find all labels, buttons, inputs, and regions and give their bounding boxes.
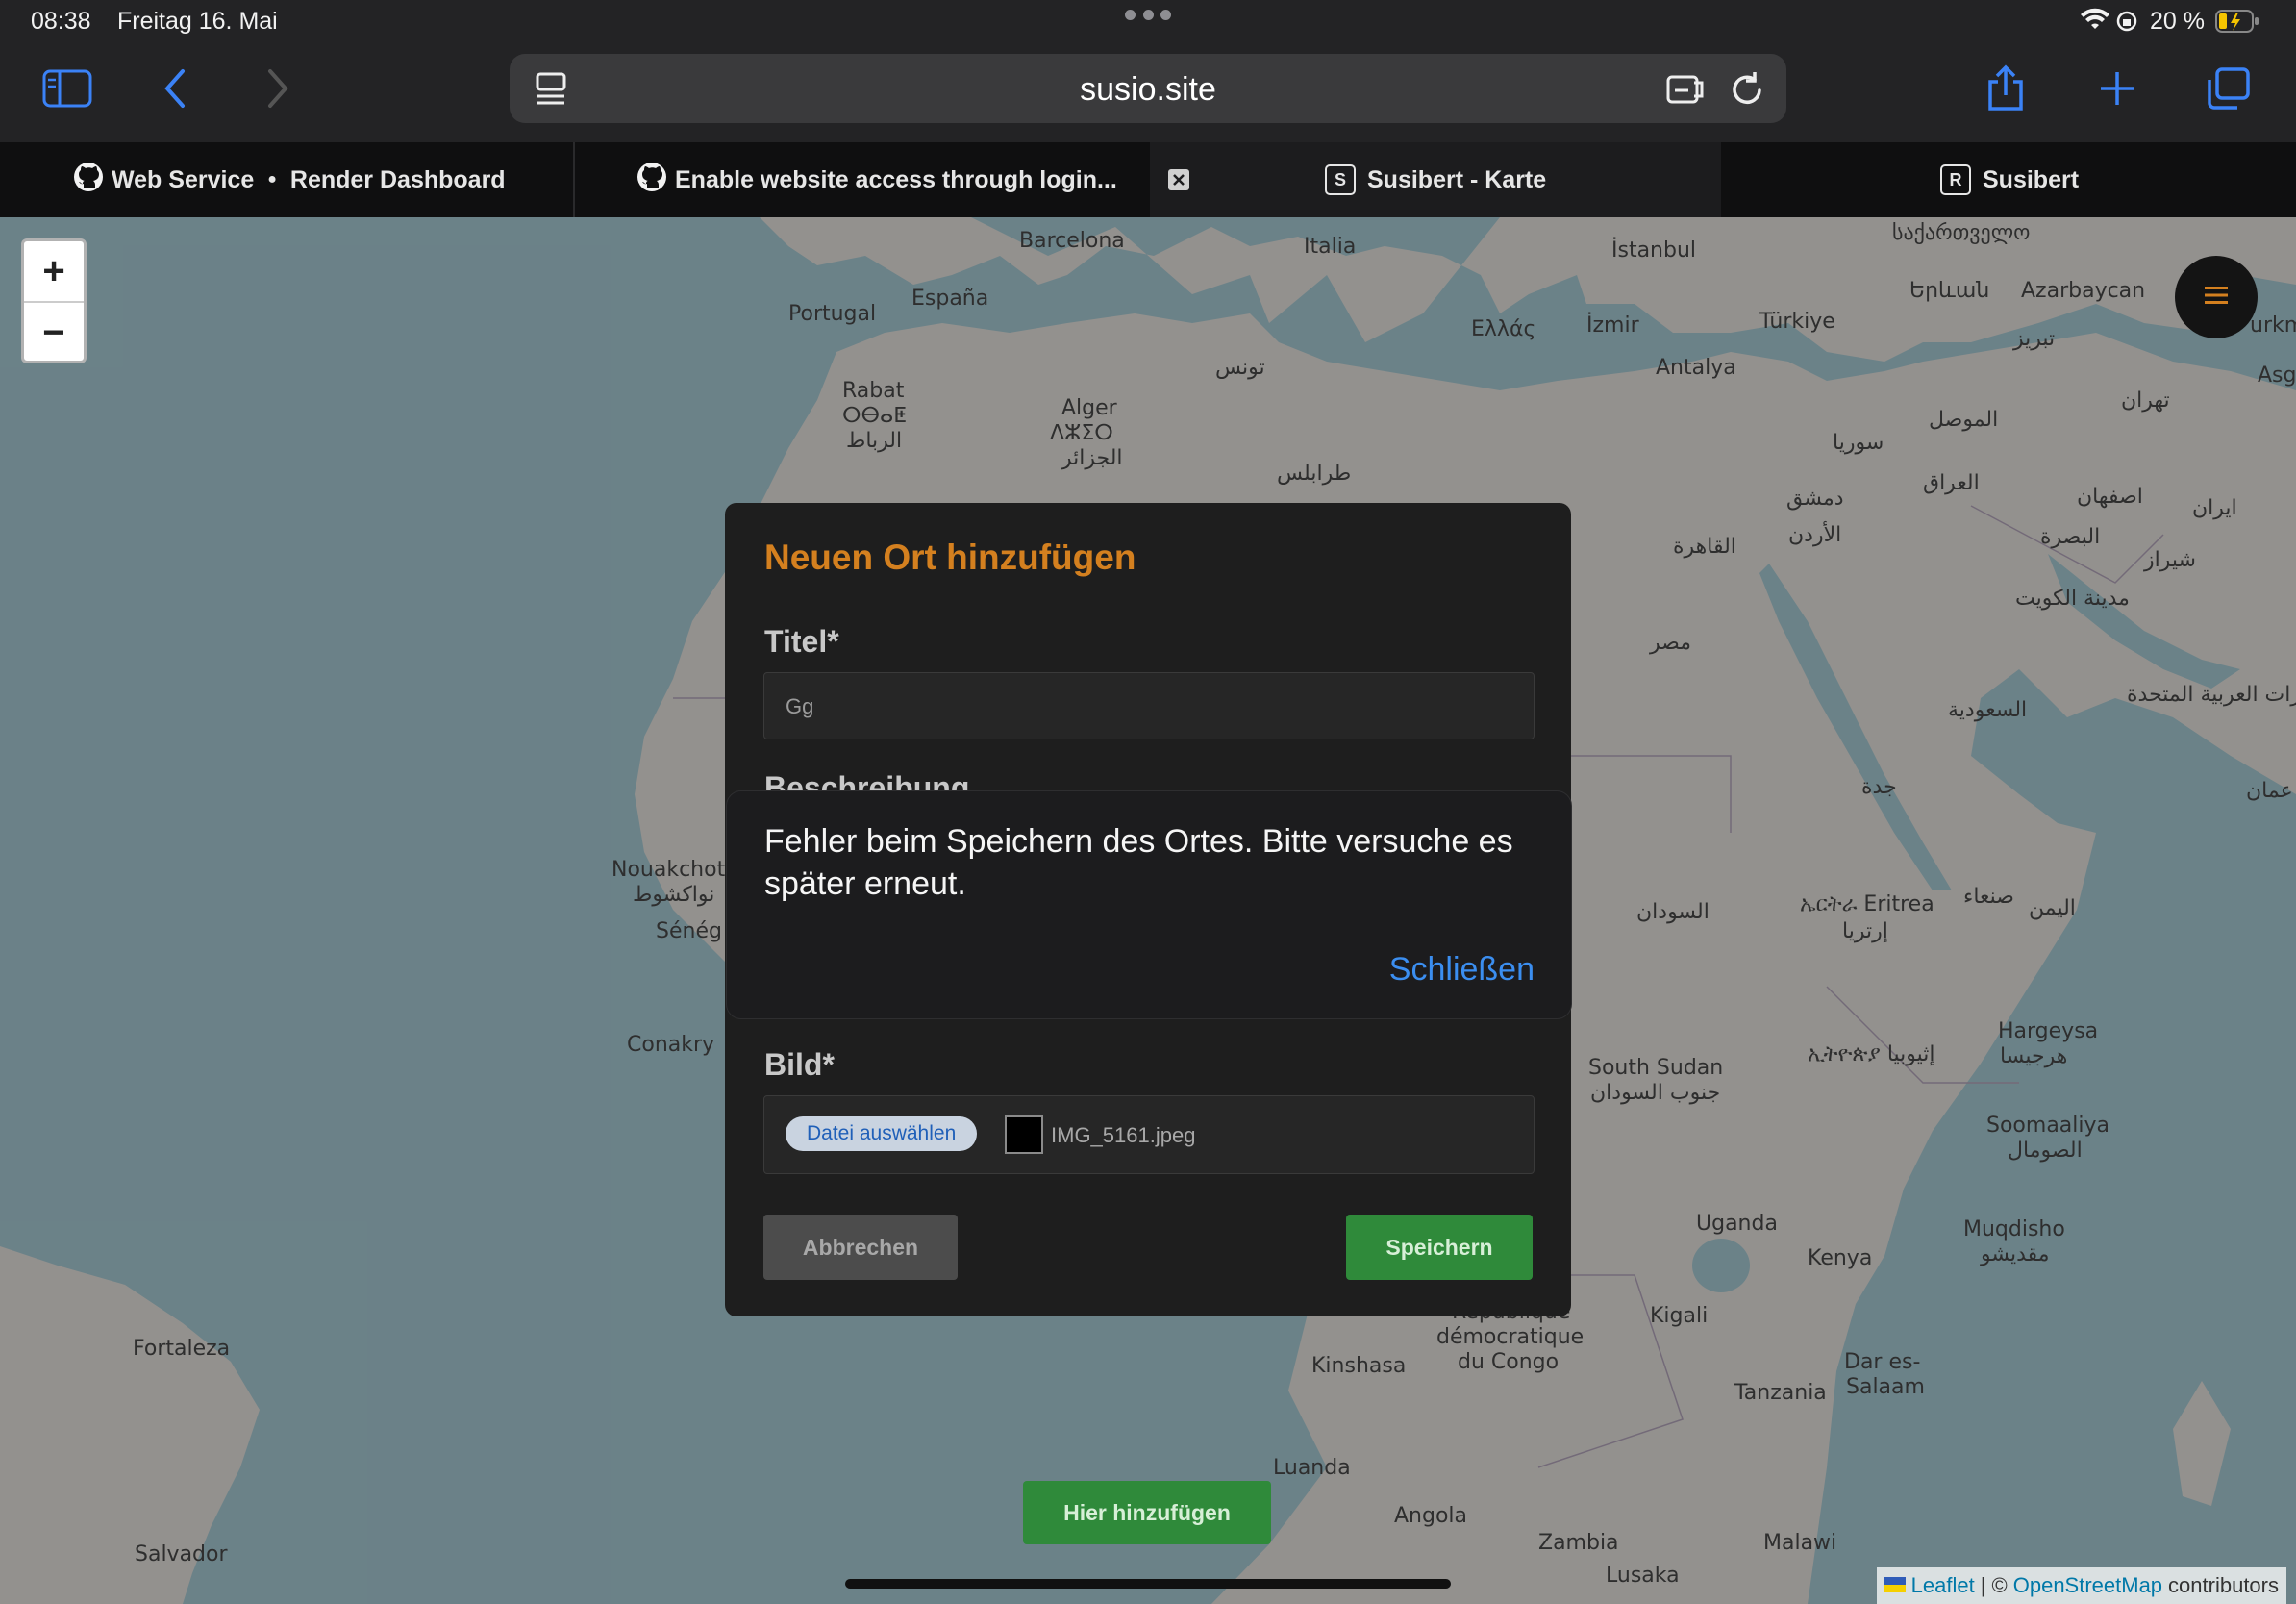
- tab-susibert-karte[interactable]: S Susibert - Karte: [1150, 142, 1721, 217]
- url-text[interactable]: susio.site: [510, 71, 1786, 109]
- add-here-button[interactable]: Hier hinzufügen: [1023, 1481, 1271, 1544]
- image-file-input[interactable]: Datei auswählen IMG_5161.jpeg: [763, 1095, 1535, 1174]
- new-tab-icon[interactable]: [2090, 63, 2144, 113]
- reload-icon[interactable]: [1731, 69, 1765, 113]
- save-button[interactable]: Speichern: [1346, 1215, 1533, 1280]
- close-alert-button[interactable]: Schließen: [1389, 951, 1535, 989]
- reader-icon[interactable]: [1665, 71, 1708, 113]
- tab-web-service[interactable]: Web Service ● Render Dashboard: [73, 142, 506, 217]
- battery-charging-icon: [2215, 10, 2259, 38]
- multitasking-dots-icon[interactable]: [1125, 10, 1171, 23]
- status-time: 08:38: [31, 8, 91, 35]
- title-label: Titel*: [764, 624, 839, 659]
- zoom-in-button[interactable]: +: [24, 241, 84, 303]
- leaflet-link[interactable]: Leaflet: [1911, 1573, 1975, 1598]
- tab-divider: [573, 142, 575, 217]
- cancel-button[interactable]: Abbrechen: [763, 1215, 958, 1280]
- sidebar-icon[interactable]: [40, 63, 94, 113]
- home-indicator[interactable]: [845, 1579, 1451, 1589]
- status-date: Freitag 16. Mai: [117, 8, 278, 35]
- error-message: Fehler beim Speichern des Ortes. Bitte v…: [764, 823, 1513, 902]
- battery-percent: 20 %: [2150, 8, 2205, 35]
- tab-label: Susibert: [1983, 165, 2080, 193]
- title-input[interactable]: Gg: [763, 672, 1535, 739]
- tab-label: Susibert - Karte: [1367, 165, 1547, 193]
- error-alert: Fehler beim Speichern des Ortes. Bitte v…: [726, 790, 1572, 1019]
- tab-susibert[interactable]: R Susibert: [1940, 142, 2079, 217]
- address-bar[interactable]: susio.site: [510, 54, 1786, 123]
- back-icon[interactable]: [149, 63, 203, 113]
- tabs-icon[interactable]: [2202, 63, 2256, 113]
- image-label: Bild*: [764, 1047, 835, 1082]
- title-input-value: Gg: [786, 694, 814, 718]
- attribution-suffix: contributors: [2168, 1573, 2279, 1597]
- tab-close-icon[interactable]: [1167, 168, 1190, 196]
- hamburger-icon: [2205, 286, 2228, 310]
- wifi-icon: [2081, 8, 2109, 38]
- menu-button[interactable]: [2175, 256, 2258, 338]
- zoom-control: + −: [21, 238, 87, 363]
- share-icon[interactable]: [1979, 63, 2033, 113]
- file-thumbnail: [1005, 1115, 1043, 1154]
- lock-rotation-icon: [2115, 10, 2138, 38]
- attribution-separator: | ©: [1980, 1573, 2008, 1597]
- github-icon: [636, 162, 667, 199]
- choose-file-button[interactable]: Datei auswählen: [786, 1116, 978, 1151]
- s-badge-icon: S: [1325, 164, 1356, 195]
- osm-link[interactable]: OpenStreetMap: [2013, 1573, 2162, 1598]
- tab-label: Web Service: [112, 165, 255, 193]
- map-attribution: Leaflet | © OpenStreetMap contributors: [1876, 1567, 2286, 1604]
- forward-icon[interactable]: [250, 63, 304, 113]
- tab-label-secondary: Render Dashboard: [289, 165, 506, 193]
- tab-separator-dot: ●: [267, 171, 277, 188]
- github-icon: [73, 162, 104, 199]
- modal-title: Neuen Ort hinzufügen: [764, 538, 1136, 577]
- zoom-out-button[interactable]: −: [24, 303, 84, 363]
- tab-bar: Web Service ● Render Dashboard Enable we…: [0, 142, 2296, 217]
- browser-chrome: 08:38 Freitag 16. Mai 20 % susio.site: [0, 0, 2296, 142]
- file-name: IMG_5161.jpeg: [1051, 1123, 1196, 1147]
- ukraine-flag-icon: [1884, 1573, 1906, 1598]
- tab-enable-website-access[interactable]: Enable website access through login...: [636, 142, 1117, 217]
- r-badge-icon: R: [1940, 164, 1971, 195]
- tab-label: Enable website access through login...: [675, 165, 1117, 193]
